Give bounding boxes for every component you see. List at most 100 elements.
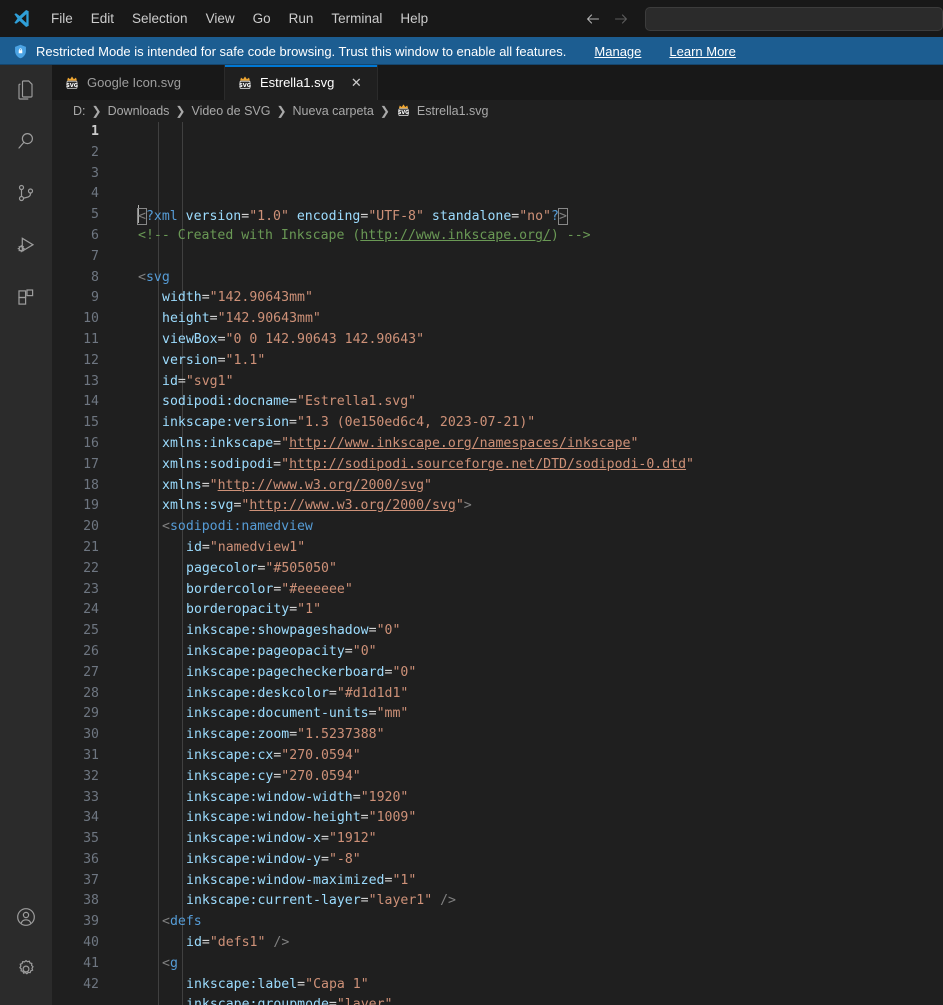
code-line[interactable]: <svg [134, 268, 943, 289]
line-number: 30 [83, 727, 99, 743]
code-line[interactable]: height="142.90643mm" [134, 309, 943, 330]
code-line[interactable]: inkscape:window-y="-8" [134, 850, 943, 871]
code-line[interactable]: xmlns:svg="http://www.w3.org/2000/svg"> [134, 496, 943, 517]
vscode-logo-icon [0, 9, 42, 28]
code-line[interactable]: id="defs1" /> [134, 933, 943, 954]
line-number: 35 [83, 831, 99, 847]
menu-item-terminal[interactable]: Terminal [322, 8, 391, 29]
code-line[interactable]: inkscape:pagecheckerboard="0" [134, 663, 943, 684]
tab-label: Estrella1.svg [259, 75, 335, 90]
tab-google-icon-svg[interactable]: SVG Google Icon.svg ✕ [52, 65, 225, 100]
menu-item-file[interactable]: File [42, 8, 82, 29]
breadcrumb-item-drive[interactable]: D: [71, 104, 88, 118]
code-line[interactable]: inkscape:version="1.3 (0e150ed6c4, 2023-… [134, 413, 943, 434]
menu-item-help[interactable]: Help [391, 8, 437, 29]
menu-item-edit[interactable]: Edit [82, 8, 123, 29]
code-line[interactable]: inkscape:cy="270.0594" [134, 767, 943, 788]
line-number: 36 [83, 851, 99, 867]
code-editor[interactable]: 1 2 3 4 5 6 7 8 9 10 11 12 13 14 15 16 17 18 19 20 21 22 23 24 2… [52, 122, 943, 1005]
fold-gutter[interactable] [121, 122, 134, 1005]
line-number: 29 [83, 706, 99, 722]
code-content[interactable]: <?xml version="1.0" encoding="UTF-8" sta… [134, 122, 943, 1005]
menu-item-view[interactable]: View [197, 8, 244, 29]
navigation-arrows [585, 11, 629, 27]
code-line[interactable]: id="namedview1" [134, 538, 943, 559]
sidebar-item-explorer[interactable] [0, 65, 52, 117]
code-line[interactable]: inkscape:deskcolor="#d1d1d1" [134, 684, 943, 705]
arrow-right-icon[interactable] [613, 11, 629, 27]
svg-text:SVG: SVG [239, 82, 251, 88]
code-line[interactable]: bordercolor="#eeeeee" [134, 580, 943, 601]
sidebar-item-source-control[interactable] [0, 169, 52, 221]
code-line[interactable]: xmlns:sodipodi="http://sodipodi.sourcefo… [134, 455, 943, 476]
manage-link[interactable]: Manage [594, 44, 641, 59]
code-line[interactable]: inkscape:document-units="mm" [134, 704, 943, 725]
code-line[interactable]: inkscape:zoom="1.5237388" [134, 725, 943, 746]
command-center-input[interactable] [645, 6, 943, 31]
svg-text:SVG: SVG [66, 82, 78, 88]
chevron-right-icon: ❯ [276, 104, 287, 118]
line-number: 31 [83, 747, 99, 763]
shield-lock-icon [13, 44, 28, 59]
svg-file-icon: SVG [396, 103, 412, 119]
code-line[interactable]: borderopacity="1" [134, 600, 943, 621]
code-line[interactable]: <defs [134, 912, 943, 933]
title-bar: File Edit Selection View Go Run Terminal… [0, 0, 943, 37]
svg-text:SVG: SVG [398, 110, 409, 116]
code-line[interactable]: inkscape:window-x="1912" [134, 829, 943, 850]
breadcrumb: D: ❯ Downloads ❯ Video de SVG ❯ Nueva ca… [52, 100, 943, 122]
code-line[interactable]: inkscape:current-layer="layer1" /> [134, 891, 943, 912]
code-line[interactable]: sodipodi:docname="Estrella1.svg" [134, 392, 943, 413]
line-number: 13 [83, 373, 99, 389]
restricted-mode-banner: Restricted Mode is intended for safe cod… [0, 37, 943, 65]
code-line[interactable]: pagecolor="#505050" [134, 559, 943, 580]
activity-bar [0, 65, 52, 1005]
code-line[interactable]: inkscape:groupmode="layer" [134, 995, 943, 1005]
code-line[interactable]: xmlns="http://www.w3.org/2000/svg" [134, 476, 943, 497]
code-line[interactable]: <!-- Created with Inkscape (http://www.i… [134, 226, 943, 247]
menu-item-go[interactable]: Go [244, 8, 280, 29]
breadcrumb-item-video-de-svg[interactable]: Video de SVG [189, 104, 272, 118]
code-line[interactable]: width="142.90643mm" [134, 288, 943, 309]
code-line[interactable]: inkscape:window-width="1920" [134, 788, 943, 809]
code-line[interactable]: viewBox="0 0 142.90643 142.90643" [134, 330, 943, 351]
sidebar-item-search[interactable] [0, 117, 52, 169]
code-line[interactable]: id="svg1" [134, 372, 943, 393]
code-line[interactable]: <?xml version="1.0" encoding="UTF-8" sta… [134, 205, 943, 226]
code-line[interactable]: <g [134, 954, 943, 975]
code-line[interactable]: inkscape:window-maximized="1" [134, 871, 943, 892]
line-number: 7 [91, 248, 99, 264]
line-number: 33 [83, 789, 99, 805]
code-line[interactable]: inkscape:showpageshadow="0" [134, 621, 943, 642]
menu-item-run[interactable]: Run [280, 8, 323, 29]
tab-estrella1-svg[interactable]: SVG Estrella1.svg ✕ [224, 65, 379, 100]
breadcrumb-item-file[interactable]: SVG Estrella1.svg [394, 103, 491, 119]
sidebar-item-accounts[interactable] [0, 893, 52, 945]
chevron-right-icon: ❯ [379, 104, 390, 118]
breadcrumb-item-nueva-carpeta[interactable]: Nueva carpeta [291, 104, 376, 118]
close-icon[interactable]: ✕ [347, 74, 365, 92]
line-number: 1 [91, 124, 99, 139]
breadcrumb-item-downloads[interactable]: Downloads [106, 104, 172, 118]
source-control-icon [14, 181, 38, 210]
code-line[interactable]: <sodipodi:namedview [134, 517, 943, 538]
line-number: 41 [83, 955, 99, 971]
menu-item-selection[interactable]: Selection [123, 8, 197, 29]
code-line[interactable] [134, 247, 943, 268]
sidebar-item-manage[interactable] [0, 945, 52, 997]
chevron-right-icon: ❯ [91, 104, 102, 118]
code-line[interactable]: inkscape:pageopacity="0" [134, 642, 943, 663]
line-number: 10 [83, 311, 99, 327]
sidebar-item-extensions[interactable] [0, 273, 52, 325]
code-line[interactable]: inkscape:window-height="1009" [134, 808, 943, 829]
learn-more-link[interactable]: Learn More [669, 44, 735, 59]
banner-message: Restricted Mode is intended for safe cod… [36, 43, 567, 59]
code-line[interactable]: xmlns:inkscape="http://www.inkscape.org/… [134, 434, 943, 455]
arrow-left-icon[interactable] [585, 11, 601, 27]
sidebar-item-run-and-debug[interactable] [0, 221, 52, 273]
code-line[interactable]: inkscape:label="Capa 1" [134, 975, 943, 996]
code-line[interactable]: inkscape:cx="270.0594" [134, 746, 943, 767]
line-number: 14 [83, 394, 99, 410]
line-number: 18 [83, 477, 99, 493]
code-line[interactable]: version="1.1" [134, 351, 943, 372]
